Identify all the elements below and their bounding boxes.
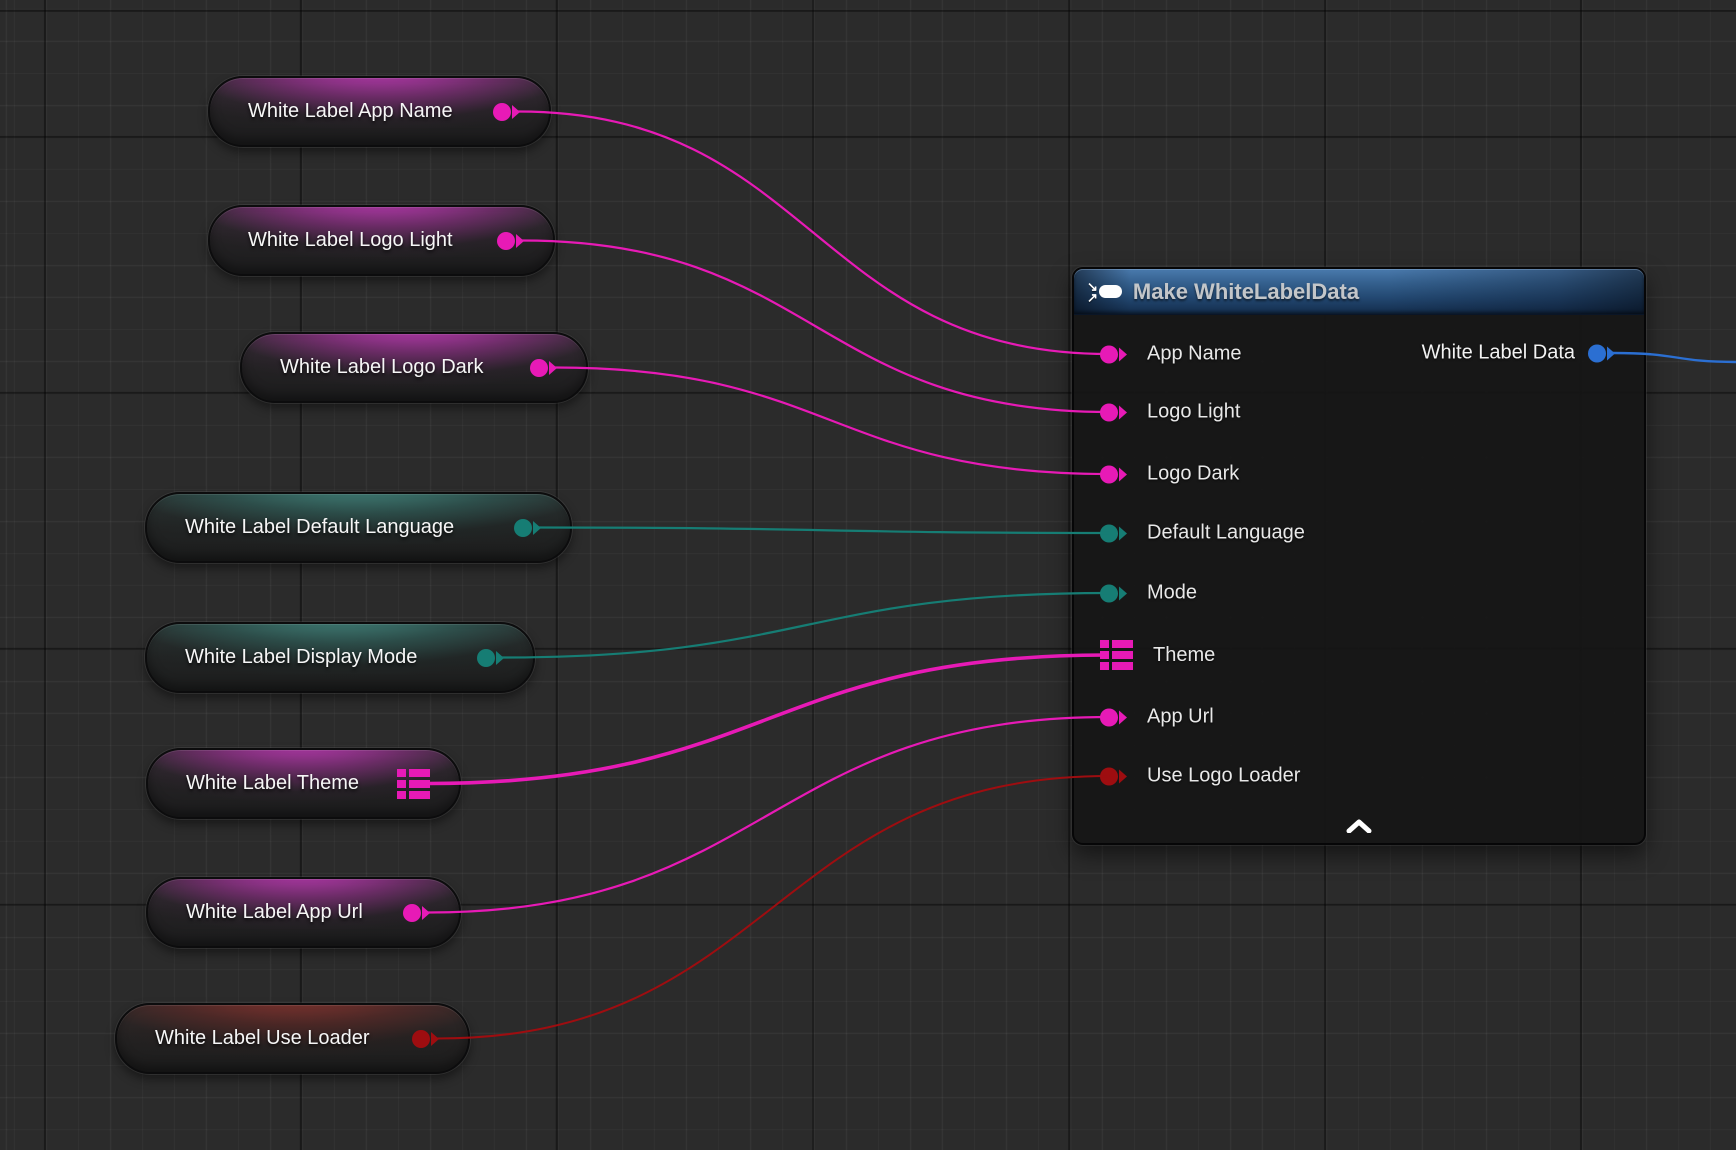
make-input-row-default-language: Default Language: [1100, 522, 1305, 545]
var-node-label: White Label App Url: [186, 901, 363, 924]
pin-label: Logo Light: [1147, 401, 1240, 424]
pin-in-default-language[interactable]: [1100, 524, 1127, 542]
pin-out-white-label-display-mode[interactable]: [477, 649, 504, 667]
make-input-row-app-url: App Url: [1100, 706, 1214, 729]
pin-label: App Name: [1147, 343, 1242, 366]
blueprint-graph-canvas[interactable]: ↘↗ Make WhiteLabelData App Name Logo Ligh…: [0, 0, 1736, 1150]
pin-in-app-url[interactable]: [1100, 708, 1127, 726]
pin-out-white-label-data[interactable]: [1588, 344, 1615, 362]
wire-white-label-app-url-to-app-url[interactable]: [428, 717, 1109, 913]
pin-label: App Url: [1147, 706, 1214, 729]
var-node-label: White Label Default Language: [185, 516, 454, 539]
pin-out-white-label-logo-light[interactable]: [497, 232, 524, 250]
var-node-white-label-app-url[interactable]: White Label App Url: [146, 877, 461, 948]
var-node-white-label-theme[interactable]: White Label Theme: [146, 748, 461, 819]
collapse-node-button[interactable]: [1342, 816, 1376, 836]
make-node-header[interactable]: ↘↗ Make WhiteLabelData: [1074, 269, 1644, 315]
pin-out-white-label-logo-dark[interactable]: [530, 359, 557, 377]
wire-white-label-logo-dark-to-logo-dark[interactable]: [555, 368, 1109, 475]
pin-label: Logo Dark: [1147, 463, 1239, 486]
var-node-white-label-use-loader[interactable]: White Label Use Loader: [115, 1003, 470, 1074]
make-input-row-logo-dark: Logo Dark: [1100, 463, 1239, 486]
pin-in-theme[interactable]: [1100, 640, 1133, 670]
wire-white-label-logo-light-to-logo-light[interactable]: [522, 241, 1109, 413]
pin-in-use-logo-loader[interactable]: [1100, 767, 1127, 785]
pin-out-white-label-theme[interactable]: [397, 769, 430, 799]
pin-label: White Label Data: [1422, 342, 1575, 365]
pin-in-mode[interactable]: [1100, 584, 1127, 602]
var-node-label: White Label Display Mode: [185, 646, 417, 669]
pin-out-white-label-use-loader[interactable]: [412, 1030, 439, 1048]
var-node-white-label-app-name[interactable]: White Label App Name: [208, 76, 551, 147]
pin-in-logo-dark[interactable]: [1100, 465, 1127, 483]
make-whitelabeldata-node[interactable]: ↘↗ Make WhiteLabelData App Name Logo Ligh…: [1072, 267, 1646, 845]
pin-out-white-label-app-name[interactable]: [493, 103, 520, 121]
var-node-label: White Label Logo Light: [248, 229, 453, 252]
var-node-label: White Label App Name: [248, 100, 453, 123]
make-struct-icon: ↘↗: [1087, 281, 1122, 303]
pin-label: Default Language: [1147, 522, 1305, 545]
make-node-title: Make WhiteLabelData: [1133, 279, 1359, 305]
make-input-row-use-logo-loader: Use Logo Loader: [1100, 765, 1300, 788]
var-node-label: White Label Theme: [186, 772, 359, 795]
pin-in-logo-light[interactable]: [1100, 403, 1127, 421]
var-node-white-label-logo-light[interactable]: White Label Logo Light: [208, 205, 555, 276]
pin-out-white-label-default-language[interactable]: [514, 519, 541, 537]
make-output-row: White Label Data: [1422, 342, 1615, 365]
pin-out-white-label-app-url[interactable]: [403, 904, 430, 922]
wire-white-label-display-mode-to-mode[interactable]: [502, 593, 1109, 658]
make-input-row-theme: Theme: [1100, 640, 1215, 670]
var-node-white-label-logo-dark[interactable]: White Label Logo Dark: [240, 332, 588, 403]
var-node-white-label-default-language[interactable]: White Label Default Language: [145, 492, 572, 563]
var-node-label: White Label Logo Dark: [280, 356, 483, 379]
make-input-row-mode: Mode: [1100, 582, 1197, 605]
pin-in-app-name[interactable]: [1100, 345, 1127, 363]
wire-white-label-default-language-to-default-language[interactable]: [539, 528, 1109, 534]
var-node-label: White Label Use Loader: [155, 1027, 370, 1050]
make-input-row-app-name: App Name: [1100, 343, 1242, 366]
make-input-row-logo-light: Logo Light: [1100, 401, 1240, 424]
wire-white-label-use-loader-to-use-logo-loader[interactable]: [437, 776, 1109, 1039]
var-node-white-label-display-mode[interactable]: White Label Display Mode: [145, 622, 535, 693]
chevron-up-icon: [1346, 819, 1372, 833]
pin-label: Use Logo Loader: [1147, 765, 1300, 788]
wire-white-label-app-name-to-app-name[interactable]: [518, 112, 1109, 355]
pin-label: Mode: [1147, 582, 1197, 605]
pin-label: Theme: [1153, 644, 1215, 667]
